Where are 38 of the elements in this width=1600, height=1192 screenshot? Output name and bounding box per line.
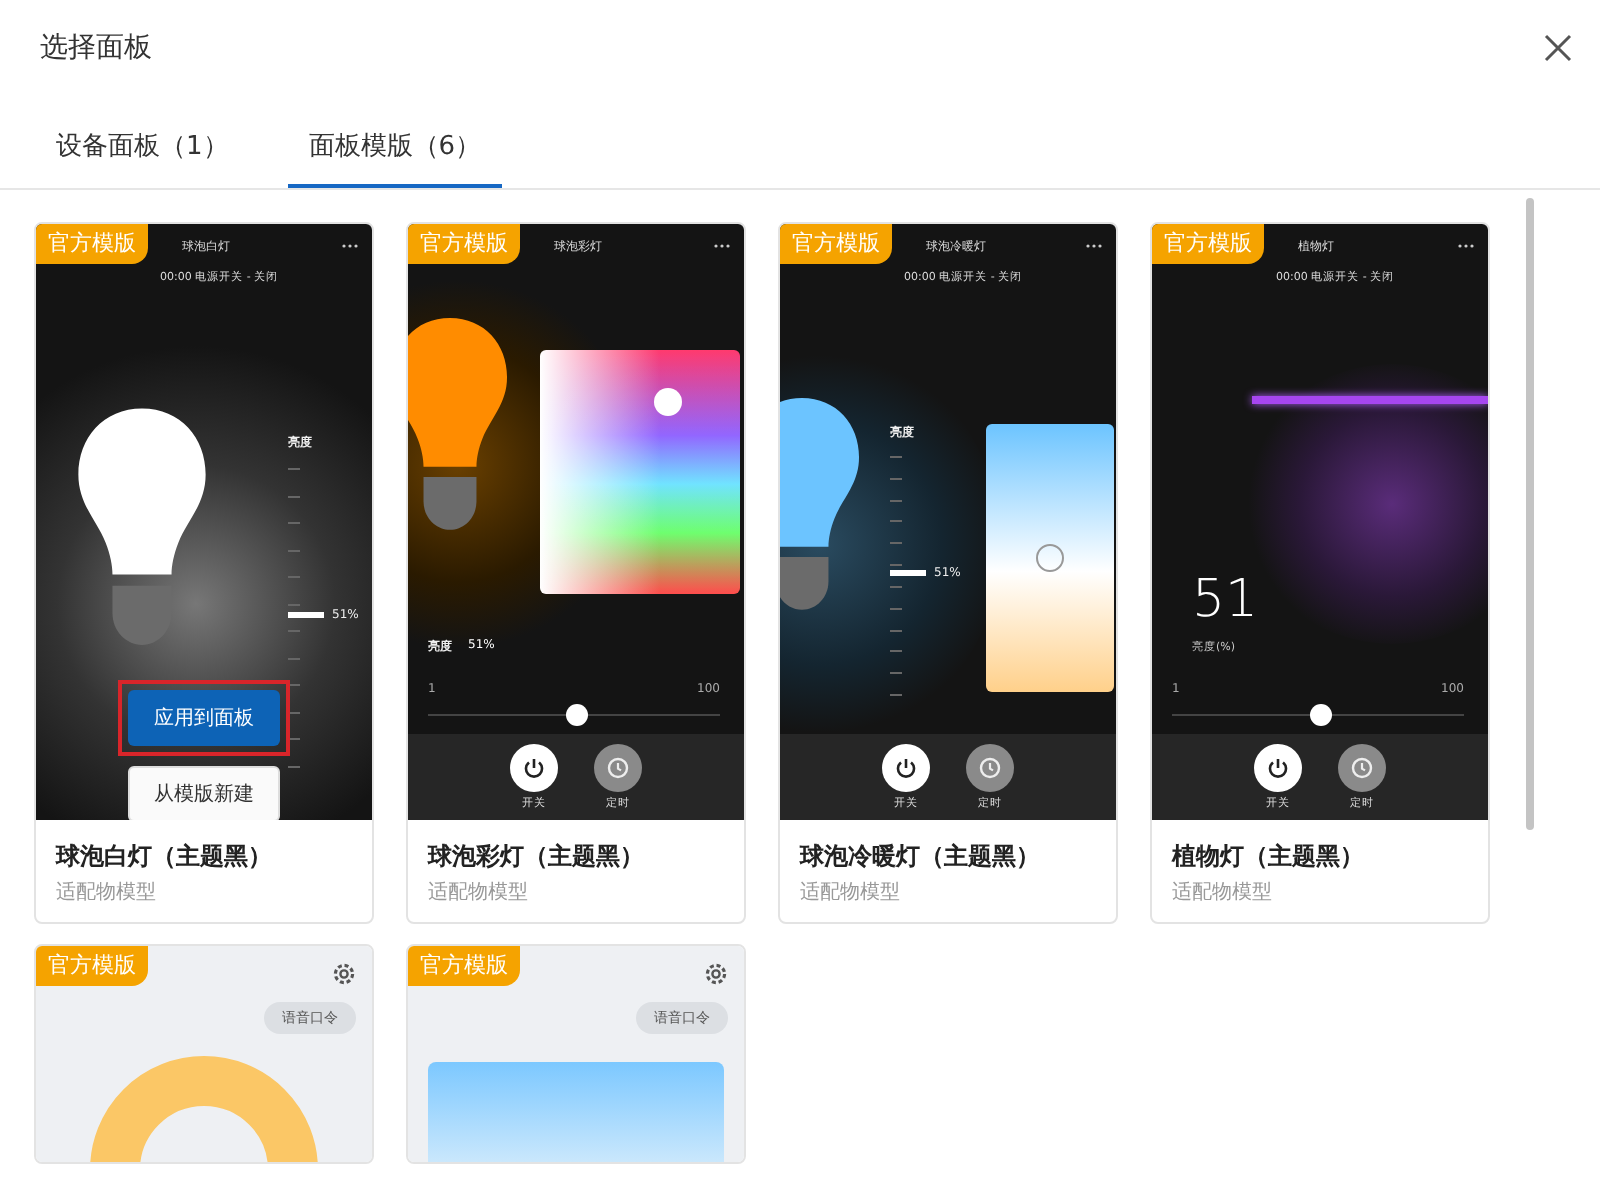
- official-template-badge: 官方模版: [780, 224, 892, 264]
- official-template-badge: 官方模版: [1152, 224, 1264, 264]
- settings-icon[interactable]: [704, 962, 728, 986]
- template-name: 球泡白灯（主题黑）: [56, 840, 274, 874]
- official-template-badge: 官方模版: [408, 224, 520, 264]
- brightness-value: 51: [1192, 570, 1259, 630]
- tab[interactable]: 面板模版（6）: [288, 116, 502, 188]
- template-name: 球泡冷暖灯（主题黑）: [800, 840, 1042, 874]
- power-icon: [522, 756, 546, 780]
- official-template-badge: 官方模版: [36, 946, 148, 986]
- clock-icon: [978, 756, 1002, 780]
- power-button[interactable]: [1254, 744, 1302, 792]
- timer-button[interactable]: [594, 744, 642, 792]
- timer-button[interactable]: [966, 744, 1014, 792]
- template-name: 植物灯（主题黑）: [1172, 840, 1366, 874]
- power-icon: [1266, 756, 1290, 780]
- template-subtitle: 适配物模型: [1172, 879, 1274, 906]
- scrollbar[interactable]: [1526, 198, 1534, 830]
- apply-button[interactable]: 应用到面板: [128, 690, 280, 746]
- create-button[interactable]: 从模版新建: [128, 766, 280, 820]
- template-subtitle: 适配物模型: [800, 879, 902, 906]
- clock-icon: [606, 756, 630, 780]
- template-name: 球泡彩灯（主题黑）: [428, 840, 646, 874]
- official-template-badge: 官方模版: [36, 224, 148, 264]
- tab[interactable]: 设备面板（1）: [36, 116, 249, 188]
- power-icon: [894, 756, 918, 780]
- temperature-handle[interactable]: [1036, 544, 1064, 572]
- power-button[interactable]: [882, 744, 930, 792]
- timer-button[interactable]: [1338, 744, 1386, 792]
- template-subtitle: 适配物模型: [56, 879, 158, 906]
- clock-icon: [1350, 756, 1374, 780]
- dialog-title: 选择面板: [40, 30, 152, 66]
- official-template-badge: 官方模版: [408, 946, 520, 986]
- power-button[interactable]: [510, 744, 558, 792]
- picker-handle[interactable]: [654, 387, 682, 416]
- settings-icon[interactable]: [332, 962, 356, 986]
- close-icon[interactable]: [1544, 34, 1572, 62]
- template-subtitle: 适配物模型: [428, 879, 530, 906]
